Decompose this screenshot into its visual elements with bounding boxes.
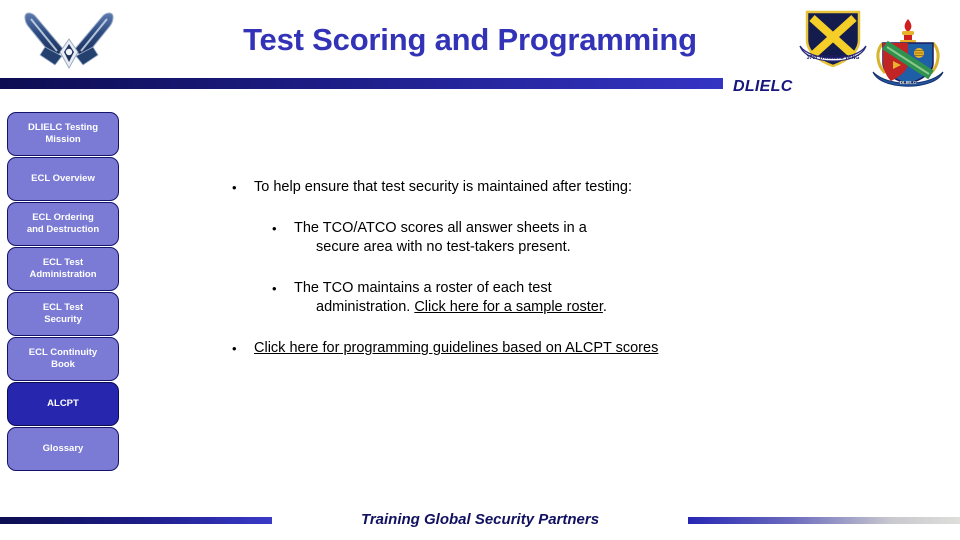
sidebar-item-label: DLIELC Testing Mission [27,122,99,145]
footer-tagline: Training Global Security Partners [360,511,600,528]
bullet-text: To help ensure that test security is mai… [254,179,633,195]
sidebar-item-label: ECL Continuity Book [28,347,98,370]
page-header: Test Scoring and Programming DLIELC 37th… [0,0,960,95]
sidebar-item-ecl-overview[interactable]: ECL Overview [7,157,119,201]
footer-accent-bar-left [0,517,272,524]
sidebar-item-ecl-test-administration[interactable]: ECL Test Administration [7,247,119,291]
sidebar-item-alcpt[interactable]: ALCPT [7,382,119,426]
bullet-marker: • [272,221,277,236]
bullet-item-tco-roster: • The TCO maintains a roster of each tes… [272,279,702,317]
sidebar-navigation: DLIELC Testing Mission ECL Overview ECL … [7,112,119,472]
page-title: Test Scoring and Programming [243,22,697,57]
sidebar-item-label: ALCPT [47,398,79,409]
us-air-force-symbol-icon [14,6,124,72]
organization-label: DLIELC [733,78,793,95]
svg-text:DLIELC: DLIELC [900,80,917,85]
sidebar-item-label: ECL Test Administration [29,257,97,280]
bullet-item-tco-atco-scoring: • The TCO/ATCO scores all answer sheets … [272,219,702,257]
bullet-line-2-prefix: administration. [316,299,415,315]
sidebar-item-ecl-ordering-and-destruction[interactable]: ECL Ordering and Destruction [7,202,119,246]
sidebar-item-label: ECL Overview [31,173,95,184]
bullet-item-intro: • To help ensure that test security is m… [232,178,702,197]
bullet-marker: • [232,180,237,195]
bullet-text: The TCO maintains a roster of each test … [294,279,702,317]
sidebar-item-label: ECL Test Security [42,302,84,325]
sidebar-item-glossary[interactable]: Glossary [7,427,119,471]
37th-training-wing-crest-icon: 37th TRAINING WING [797,6,869,72]
bullet-text: The TCO/ATCO scores all answer sheets in… [294,219,702,257]
sidebar-item-ecl-test-security[interactable]: ECL Test Security [7,292,119,336]
footer-accent-bar-right [688,517,960,524]
svg-text:37th TRAINING WING: 37th TRAINING WING [807,55,860,61]
bullet-line-2: secure area with no test-takers present. [316,239,571,255]
sidebar-item-label: ECL Ordering and Destruction [26,212,100,235]
programming-guidelines-link[interactable]: Click here for programming guidelines ba… [254,340,658,356]
header-divider-bar [0,78,723,89]
sidebar-item-label: Glossary [42,443,84,454]
bullet-marker: • [272,281,277,296]
sample-roster-link[interactable]: Click here for a sample roster [414,299,603,315]
bullet-marker: • [232,341,237,356]
dlielc-crest-icon: DLIELC [869,17,947,89]
bullet-item-programming-guidelines: • Click here for programming guidelines … [232,339,702,358]
bullet-line-1: The TCO/ATCO scores all answer sheets in… [294,220,587,236]
slide-content: • To help ensure that test security is m… [232,178,702,380]
bullet-line-2-suffix: . [602,299,607,315]
bullet-line-2: administration. Click here for a sample … [294,298,702,317]
sidebar-item-dlielc-testing-mission[interactable]: DLIELC Testing Mission [7,112,119,156]
sidebar-item-ecl-continuity-book[interactable]: ECL Continuity Book [7,337,119,381]
bullet-line-1: The TCO maintains a roster of each test [294,280,552,296]
